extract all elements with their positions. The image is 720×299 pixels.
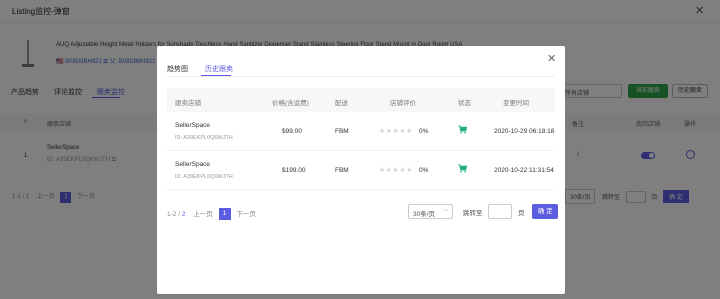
row-seller-id: ID: A39EKPL0Q6WJTH — [175, 135, 233, 141]
tab-history-follow[interactable]: 历史跟卖 — [205, 64, 233, 74]
page-size-value: 30条/页 — [413, 211, 436, 218]
col-shipping: 配送 — [335, 100, 348, 107]
row-change-time: 2020-10-22 11:31:54 — [494, 167, 554, 174]
cart-icon — [458, 164, 468, 175]
row-seller-id: ID: A39EKPL0Q6WJTH — [175, 174, 233, 180]
pager-range: 1-2 — [167, 211, 177, 218]
confirm-jump-button[interactable]: 确 定 — [532, 204, 559, 219]
col-status: 状态 — [458, 100, 471, 107]
modal-pager-controls: 30条/页 ⌵ 跳转至 页 确 定 — [408, 204, 559, 219]
next-page-link[interactable]: 下一页 — [236, 211, 256, 218]
prev-page-link[interactable]: 上一页 — [193, 211, 213, 218]
jump-label: 跳转至 — [462, 209, 483, 217]
page-1-button[interactable]: 1 — [218, 208, 231, 221]
tab-trend-chart[interactable]: 趋势图 — [167, 64, 188, 74]
col-price: 价格(含运费) — [272, 100, 309, 107]
row-change-time: 2020-10-29 06:18:18 — [494, 128, 555, 135]
col-change-time: 变更时间 — [503, 100, 529, 107]
close-icon[interactable]: ✕ — [547, 54, 556, 65]
table-header: 跟卖店铺 价格(含运费) 配送 店铺评价 状态 变更时间 — [167, 88, 555, 112]
row-rating-pct: 0% — [419, 167, 429, 174]
row-price: $199.00 — [282, 167, 306, 174]
row-store[interactable]: SellerSpace — [175, 161, 210, 168]
page-unit-label: 页 — [517, 209, 525, 217]
modal-tab-bar: 趋势图 历史跟卖 — [167, 64, 248, 74]
tab-divider — [167, 76, 555, 77]
pager-total: 2 — [181, 211, 186, 218]
row-price: $99.00 — [282, 128, 302, 135]
jump-page-input[interactable] — [488, 204, 513, 219]
history-table: 跟卖店铺 价格(含运费) 配送 店铺评价 状态 变更时间 SellerSpace… — [167, 88, 555, 190]
row-store[interactable]: SellerSpace — [175, 122, 210, 129]
page-size-select[interactable]: 30条/页 ⌵ — [408, 204, 453, 219]
table-row: SellerSpace ID: A39EKPL0Q6WJTH $99.00 FB… — [167, 112, 555, 151]
modal-pagination: 1-2 / 2 上一页 1 下一页 — [167, 208, 256, 221]
history-modal: ✕ 趋势图 历史跟卖 跟卖店铺 价格(含运费) 配送 店铺评价 状态 变更时间 … — [157, 46, 565, 294]
row-rating-pct: 0% — [419, 128, 429, 135]
rating-stars-icon: ★★★★★ — [379, 167, 413, 174]
cart-icon — [458, 125, 468, 136]
col-rating: 店铺评价 — [390, 100, 416, 107]
row-shipping: FBM — [335, 167, 349, 174]
rating-stars-icon: ★★★★★ — [379, 128, 413, 135]
chevron-down-icon: ⌵ — [443, 207, 448, 213]
table-row: SellerSpace ID: A39EKPL0Q6WJTH $199.00 F… — [167, 151, 555, 190]
col-store: 跟卖店铺 — [175, 100, 201, 107]
row-shipping: FBM — [335, 128, 349, 135]
